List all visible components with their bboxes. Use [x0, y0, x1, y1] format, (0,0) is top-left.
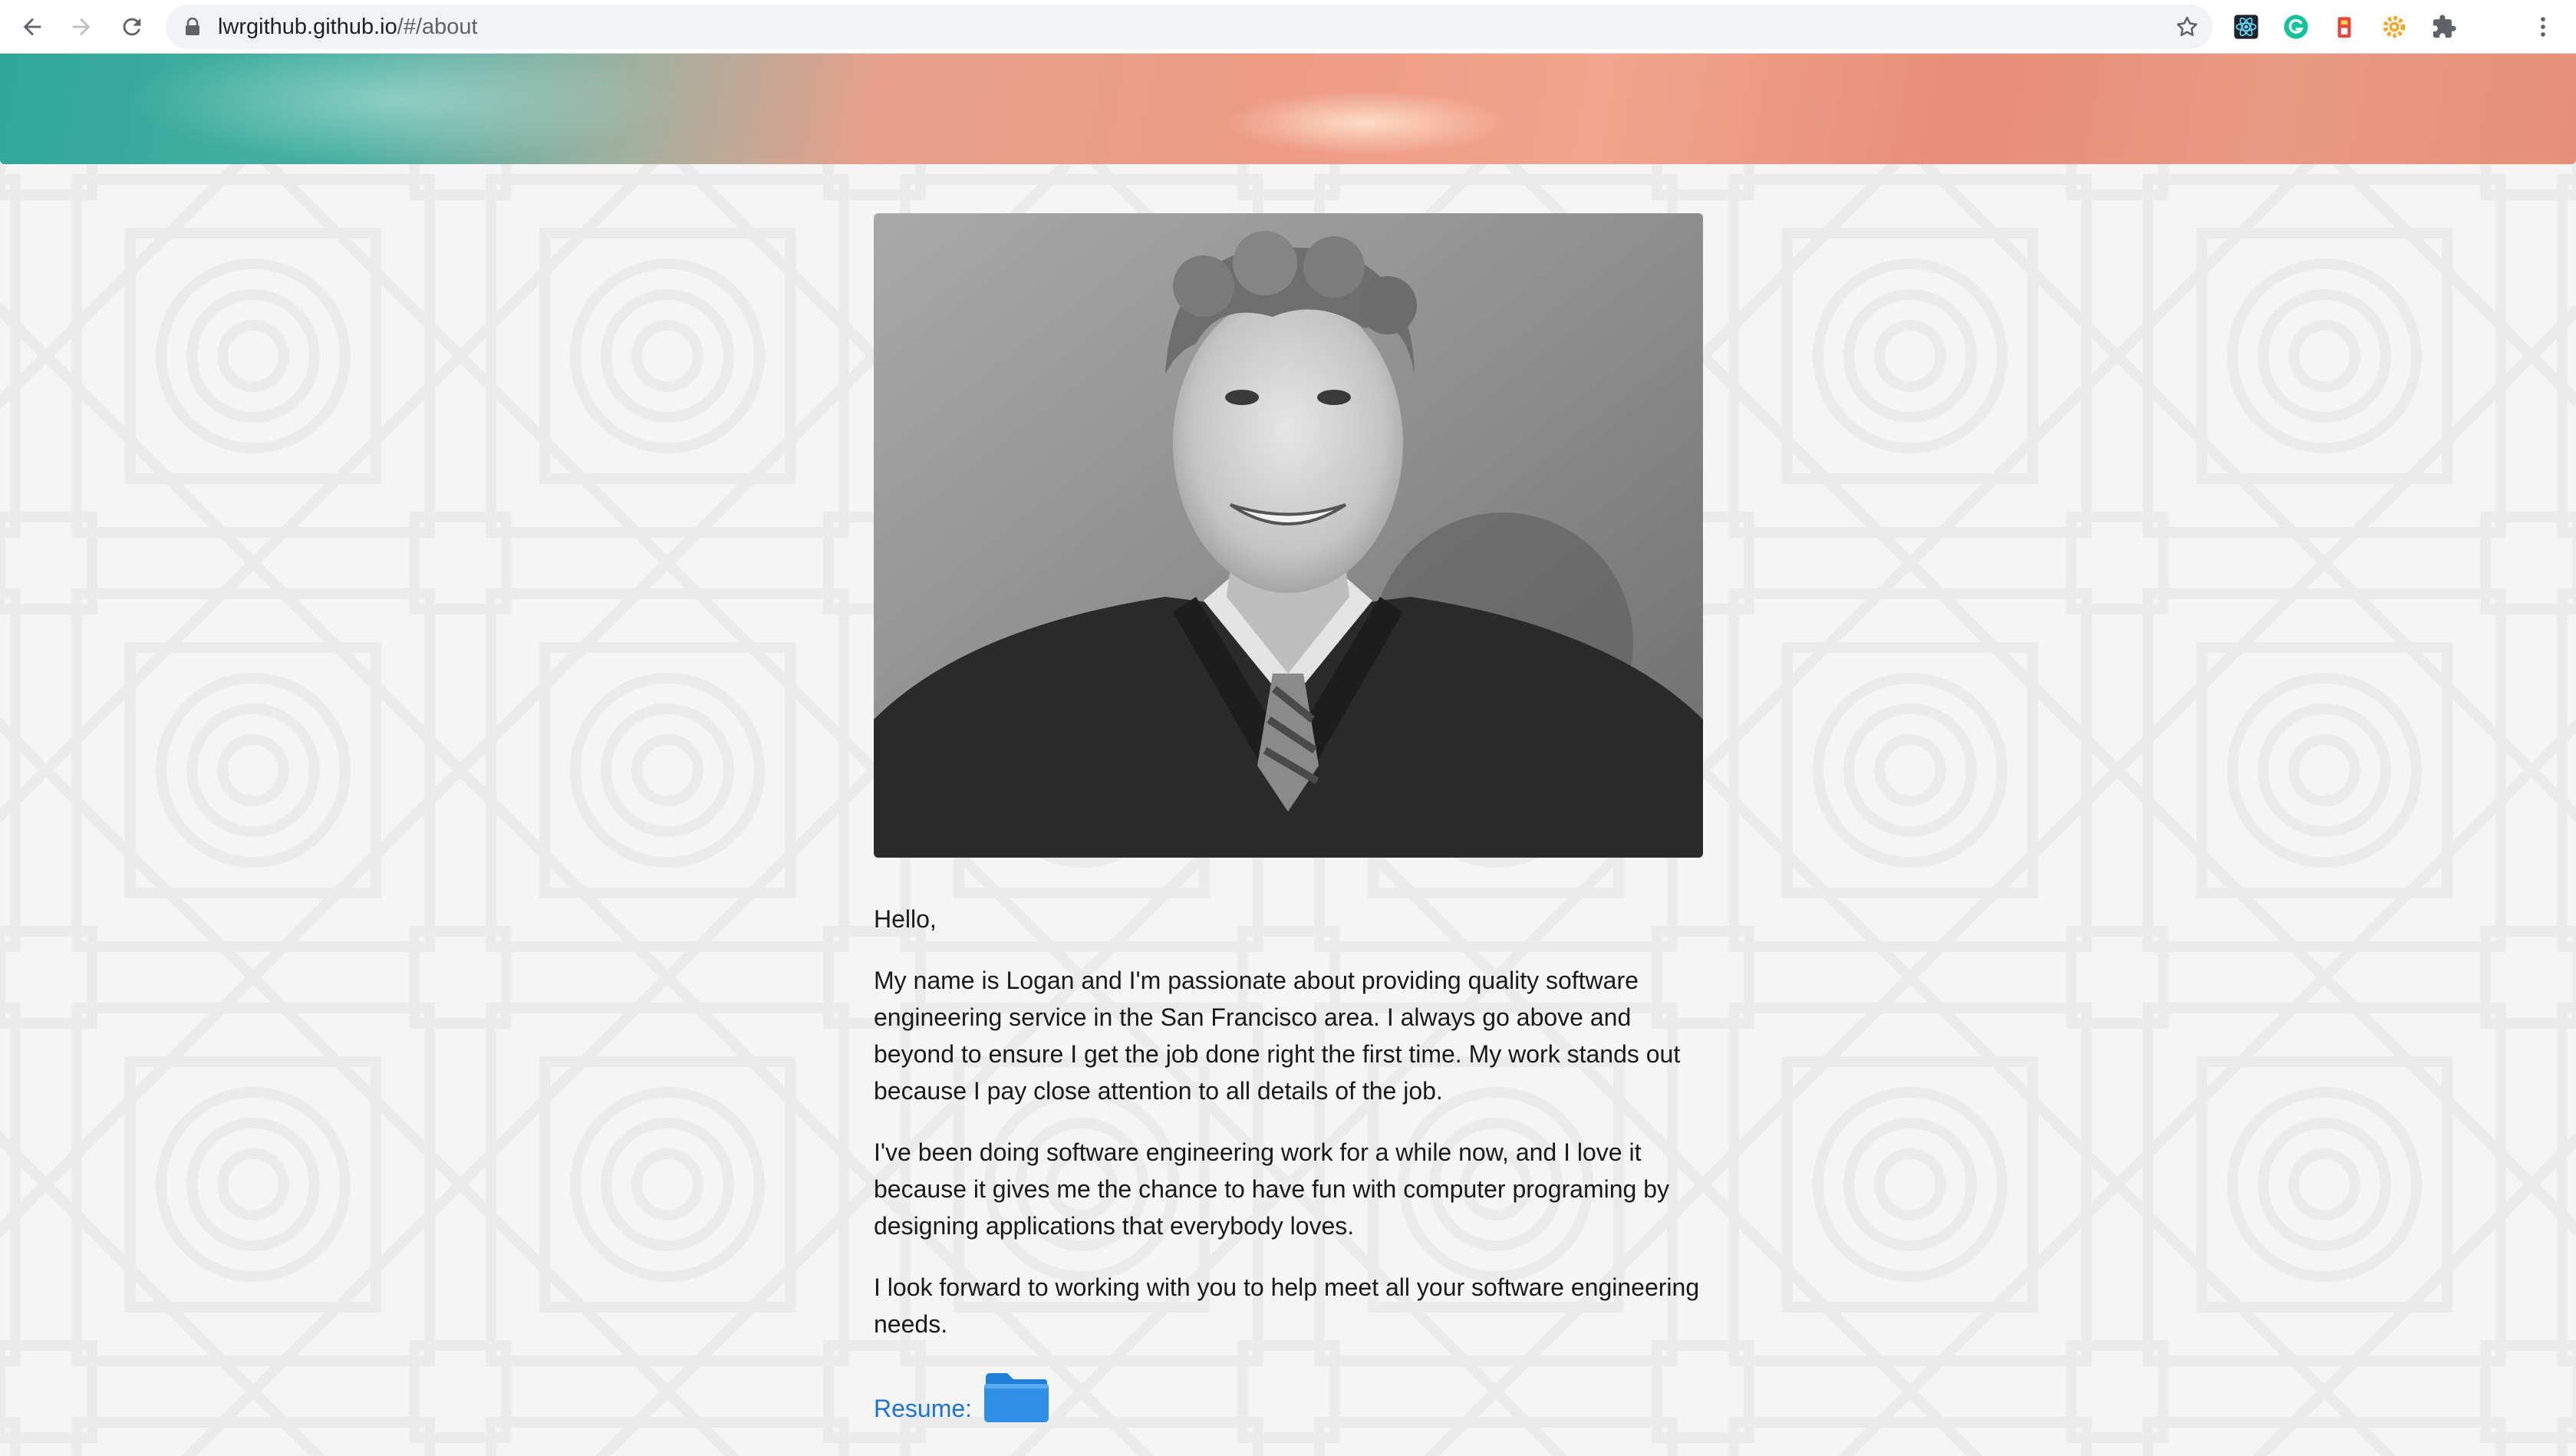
url-host: lwrgithub.github.io: [218, 15, 397, 39]
resume-link[interactable]: Resume:: [874, 1369, 1703, 1424]
greeting-text: Hello,: [874, 905, 937, 933]
url-text: lwrgithub.github.io/#/about: [218, 5, 478, 49]
browser-toolbar: lwrgithub.github.io/#/about: [0, 0, 2576, 54]
grammarly-icon[interactable]: [2282, 13, 2310, 41]
address-bar[interactable]: lwrgithub.github.io/#/about: [166, 5, 2212, 49]
back-arrow-icon[interactable]: [15, 10, 49, 44]
folder-icon[interactable]: [983, 1370, 1050, 1424]
about-text: Hello, My name is Logan and I'm passiona…: [874, 901, 1703, 1424]
extensions-puzzle-icon[interactable]: [2430, 13, 2458, 41]
reload-icon[interactable]: [115, 10, 149, 44]
forward-arrow-icon[interactable]: [64, 10, 98, 44]
resume-label[interactable]: Resume:: [874, 1393, 972, 1424]
intro-paragraph: My name is Logan and I'm passionate abou…: [874, 967, 1681, 1105]
react-devtools-icon[interactable]: [2232, 13, 2260, 41]
menu-kebab-icon[interactable]: [2529, 13, 2557, 41]
closing-paragraph: I look forward to working with you to he…: [874, 1273, 1700, 1338]
url-path: /#/about: [397, 15, 478, 39]
extension-red-icon[interactable]: [2331, 13, 2358, 41]
extension-gear-icon[interactable]: [2380, 13, 2408, 41]
profile-photo: [874, 213, 1703, 858]
about-page: Hello, My name is Logan and I'm passiona…: [0, 164, 2576, 1456]
bookmark-star-icon[interactable]: [2174, 14, 2200, 40]
lock-icon[interactable]: [184, 18, 201, 36]
header-banner: [0, 54, 2576, 164]
experience-paragraph: I've been doing software engineering wor…: [874, 1138, 1670, 1240]
